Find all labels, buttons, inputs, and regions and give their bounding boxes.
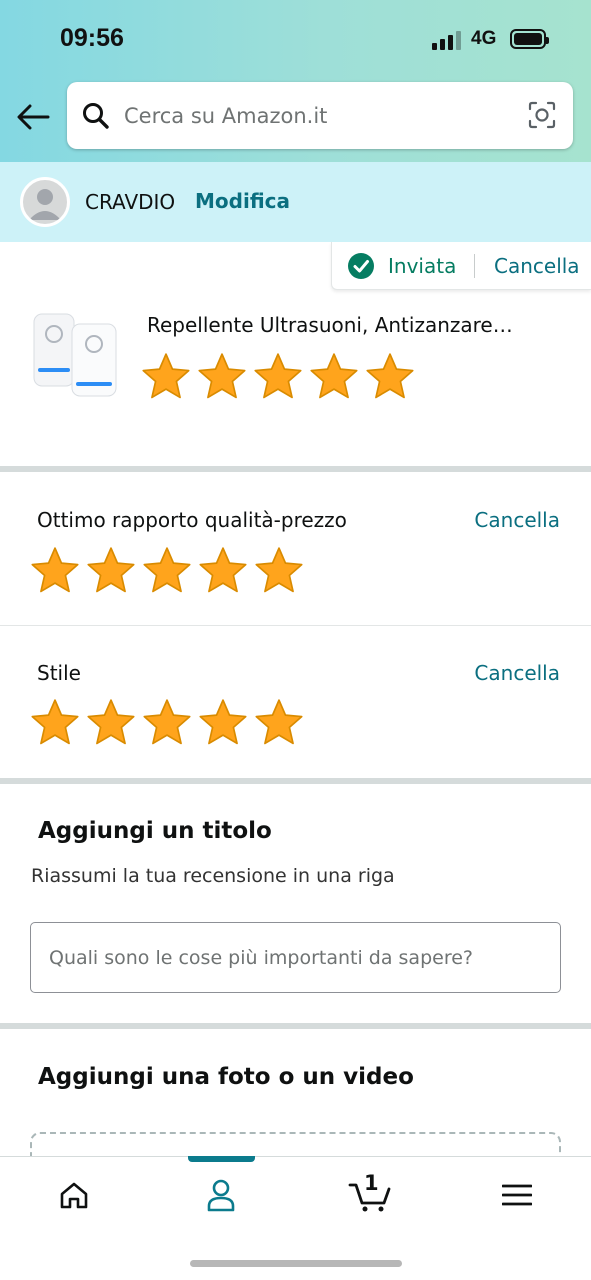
review-status-badge: Inviata Cancella xyxy=(331,242,591,290)
overall-rating-star-3[interactable] xyxy=(253,351,303,401)
home-indicator xyxy=(190,1260,402,1267)
product-title[interactable]: Repellente Ultrasuoni, Antizanzare… xyxy=(147,313,547,337)
overall-rating-star-4[interactable] xyxy=(309,351,359,401)
attribute-cancel-style[interactable]: Cancella xyxy=(474,661,560,685)
account-name: CRAVDIO xyxy=(85,190,176,214)
search-input[interactable] xyxy=(124,82,514,149)
attribute-cancel-value[interactable]: Cancella xyxy=(474,508,560,532)
edit-account-link[interactable]: Modifica xyxy=(195,189,290,213)
search-bar[interactable] xyxy=(67,82,573,149)
separator xyxy=(474,254,475,278)
battery-icon xyxy=(510,29,549,49)
app-header: 09:56 4G xyxy=(0,0,591,162)
overall-rating-star-1[interactable] xyxy=(141,351,191,401)
overall-rating-stars[interactable] xyxy=(141,351,415,401)
review-title-input[interactable] xyxy=(30,922,561,993)
account-bar: CRAVDIO Modifica xyxy=(0,162,591,242)
tab-home[interactable] xyxy=(44,1173,104,1217)
active-tab-indicator xyxy=(188,1156,255,1162)
section-divider xyxy=(0,1023,591,1029)
tab-menu[interactable] xyxy=(487,1173,547,1217)
tab-account[interactable] xyxy=(191,1173,251,1217)
style-rating-star-5[interactable] xyxy=(254,697,304,747)
overall-rating-star-2[interactable] xyxy=(197,351,247,401)
style-rating-star-2[interactable] xyxy=(86,697,136,747)
style-rating-stars[interactable] xyxy=(30,697,304,747)
person-icon xyxy=(207,1179,235,1212)
cart-count-badge: 1 xyxy=(364,1171,379,1195)
value-rating-star-1[interactable] xyxy=(30,545,80,595)
cellular-signal-icon xyxy=(432,30,464,50)
divider xyxy=(0,625,591,626)
style-rating-star-3[interactable] xyxy=(142,697,192,747)
submitted-label: Inviata xyxy=(388,254,457,278)
status-time: 09:56 xyxy=(60,24,124,52)
value-rating-stars[interactable] xyxy=(30,545,304,595)
back-button[interactable] xyxy=(14,98,52,136)
cancel-review-link[interactable]: Cancella xyxy=(494,254,580,278)
network-type: 4G xyxy=(471,28,497,49)
hamburger-menu-icon xyxy=(502,1184,532,1206)
style-rating-star-1[interactable] xyxy=(30,697,80,747)
check-circle-icon xyxy=(348,253,374,279)
camera-scan-icon[interactable] xyxy=(527,100,557,130)
add-title-hint: Riassumi la tua recensione in una riga xyxy=(31,865,395,887)
status-bar: 09:56 4G xyxy=(0,0,591,80)
value-rating-star-2[interactable] xyxy=(86,545,136,595)
value-rating-star-4[interactable] xyxy=(198,545,248,595)
value-rating-star-5[interactable] xyxy=(254,545,304,595)
arrow-left-icon xyxy=(17,104,50,130)
section-divider xyxy=(0,778,591,784)
user-avatar-icon[interactable] xyxy=(20,177,70,227)
attribute-label-style: Stile xyxy=(37,661,81,685)
overall-rating-star-5[interactable] xyxy=(365,351,415,401)
add-media-heading: Aggiungi una foto o un video xyxy=(38,1064,414,1090)
attribute-label-value: Ottimo rapporto qualità-prezzo xyxy=(37,508,347,532)
value-rating-star-3[interactable] xyxy=(142,545,192,595)
search-icon[interactable] xyxy=(81,101,111,131)
section-divider xyxy=(0,466,591,472)
add-title-heading: Aggiungi un titolo xyxy=(38,818,272,844)
style-rating-star-4[interactable] xyxy=(198,697,248,747)
product-image xyxy=(30,308,122,400)
home-icon xyxy=(60,1182,88,1209)
